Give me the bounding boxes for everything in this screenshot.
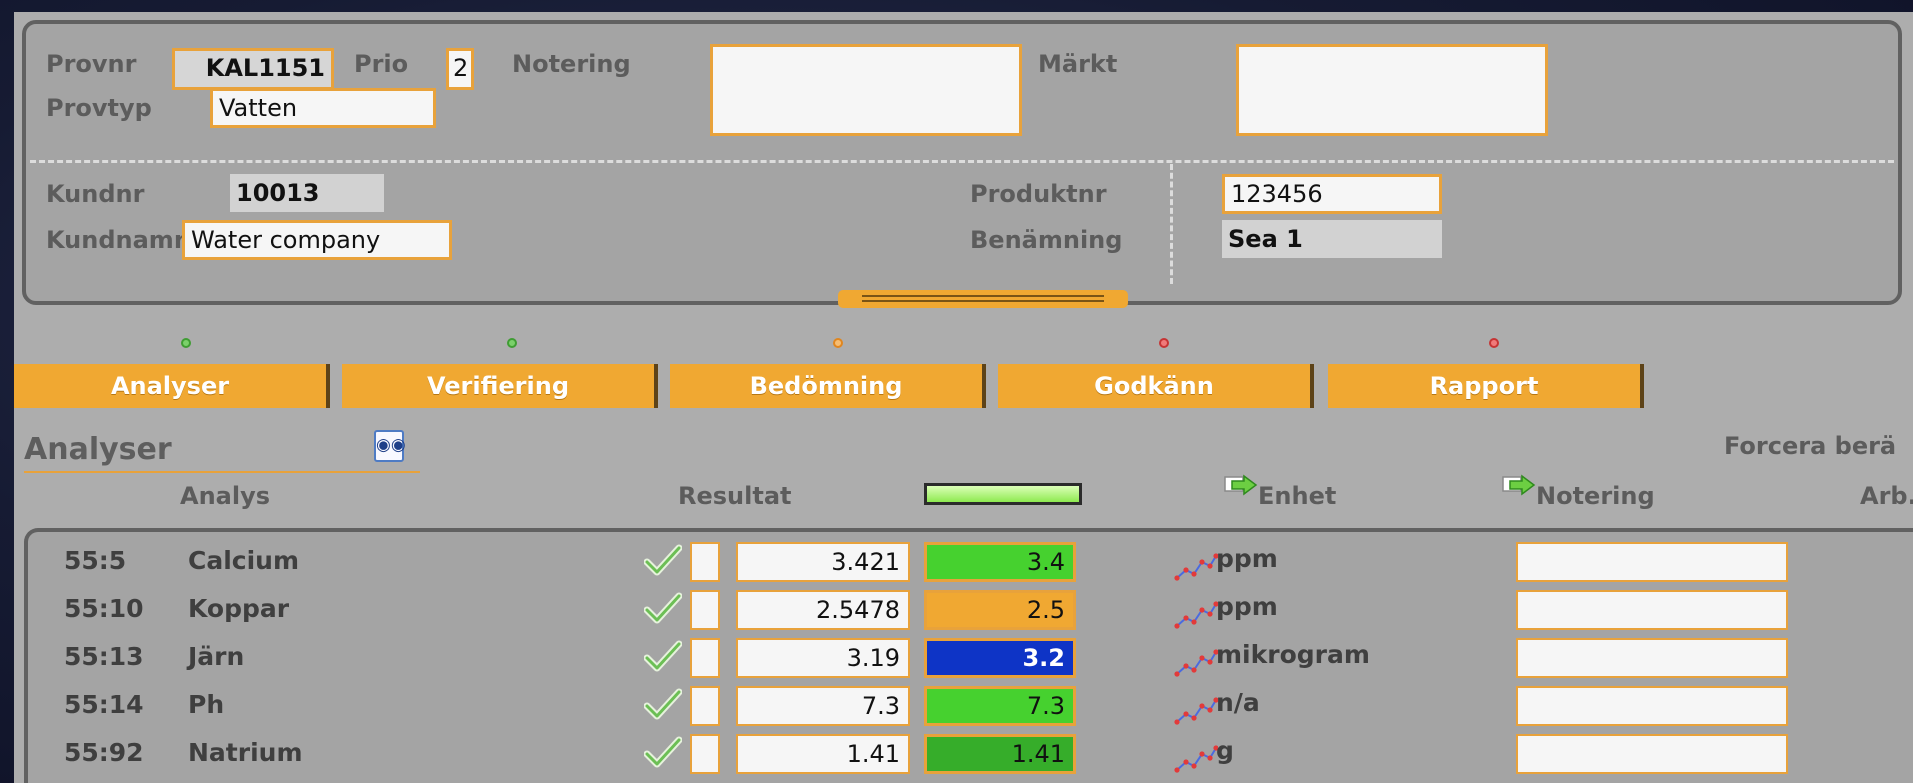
section-underline	[24, 471, 420, 473]
rounded-result: 7.3	[924, 686, 1076, 726]
arrow-right-icon	[1502, 474, 1536, 496]
rounded-result: 3.2	[924, 638, 1076, 678]
analysis-name: Natrium	[188, 738, 303, 767]
column-header-enhet-label: Enhet	[1258, 482, 1337, 510]
note-field[interactable]	[1516, 590, 1788, 630]
analysis-id: 55:5	[64, 546, 127, 575]
analysis-id: 55:10	[64, 594, 144, 623]
unit-label: ppm	[1216, 592, 1278, 621]
tab-godkann[interactable]: Godkänn	[998, 364, 1314, 408]
flag-field[interactable]	[690, 686, 720, 726]
kundnr-field: 10013	[230, 174, 384, 212]
unit-label: g	[1216, 736, 1234, 765]
table-row: 55:92 Natrium 1.41 1.41 g	[28, 732, 1913, 780]
table-row: 55:10 Koppar 2.5478 2.5 ppm	[28, 588, 1913, 636]
benamning-label: Benämning	[970, 226, 1123, 254]
markt-field[interactable]	[1236, 44, 1548, 136]
flag-field[interactable]	[690, 542, 720, 582]
notering-label: Notering	[512, 50, 631, 78]
collapse-handle[interactable]	[838, 290, 1128, 308]
column-header-arb: Arb.	[1860, 482, 1913, 510]
status-dot-godkann	[1159, 338, 1169, 348]
benamning-field: Sea 1	[1222, 220, 1442, 258]
produktnr-field[interactable]: 123456	[1222, 174, 1442, 214]
kundnamn-field[interactable]: Water company	[182, 220, 452, 260]
analysis-name: Järn	[188, 642, 245, 671]
prio-label: Prio	[354, 50, 409, 78]
header-divider-vertical	[1170, 164, 1173, 284]
tab-rapport[interactable]: Rapport	[1328, 364, 1644, 408]
column-header-enhet[interactable]: Enhet	[1224, 474, 1337, 510]
header-divider-horizontal	[30, 160, 1894, 163]
note-field[interactable]	[1516, 542, 1788, 582]
rounded-result: 1.41	[924, 734, 1076, 774]
arrow-right-icon	[1224, 474, 1258, 496]
sample-header-panel: Provnr KAL1151 Prio 2 Notering Märkt Pro…	[22, 20, 1902, 308]
application-window: Provnr KAL1151 Prio 2 Notering Märkt Pro…	[14, 12, 1913, 783]
checkmark-icon[interactable]	[643, 592, 683, 626]
analysis-name: Koppar	[188, 594, 290, 623]
analysis-name: Calcium	[188, 546, 300, 575]
provtyp-field[interactable]: Vatten	[210, 88, 436, 128]
status-dot-bedomning	[833, 338, 843, 348]
status-dot-rapport	[1489, 338, 1499, 348]
raw-result-field[interactable]: 1.41	[736, 734, 910, 774]
table-row: 55:5 Calcium 3.421 3.4 ppm	[28, 540, 1913, 588]
prio-field[interactable]: 2	[446, 48, 474, 90]
note-field[interactable]	[1516, 734, 1788, 774]
analysis-name: Ph	[188, 690, 225, 719]
raw-result-field[interactable]: 7.3	[736, 686, 910, 726]
markt-label: Märkt	[1038, 50, 1118, 78]
raw-result-field[interactable]: 3.421	[736, 542, 910, 582]
result-status-bar	[924, 483, 1082, 505]
tab-verifiering[interactable]: Verifiering	[342, 364, 658, 408]
trend-chart-icon[interactable]	[1174, 694, 1219, 728]
binoculars-icon[interactable]: ◉◉	[374, 430, 406, 462]
checkmark-icon[interactable]	[643, 544, 683, 578]
raw-result-field[interactable]: 3.19	[736, 638, 910, 678]
section-title: Analyser	[24, 432, 172, 467]
flag-field[interactable]	[690, 590, 720, 630]
table-row: 55:13 Järn 3.19 3.2 mikrogram	[28, 636, 1913, 684]
status-dot-verifiering	[507, 338, 517, 348]
notering-field[interactable]	[710, 44, 1022, 136]
note-field[interactable]	[1516, 638, 1788, 678]
status-dot-analyser	[181, 338, 191, 348]
provnr-field[interactable]: KAL1151	[172, 48, 334, 90]
column-header-analys: Analys	[180, 482, 271, 510]
tab-bedomning[interactable]: Bedömning	[670, 364, 986, 408]
results-panel: 55:5 Calcium 3.421 3.4 ppm 55:10 Koppar 2.5478 2…	[24, 528, 1913, 783]
provnr-label: Provnr	[46, 50, 137, 78]
trend-chart-icon[interactable]	[1174, 550, 1219, 584]
unit-label: mikrogram	[1216, 640, 1370, 669]
note-field[interactable]	[1516, 686, 1788, 726]
trend-chart-icon[interactable]	[1174, 598, 1219, 632]
rounded-result: 3.4	[924, 542, 1076, 582]
trend-chart-icon[interactable]	[1174, 742, 1219, 776]
unit-label: ppm	[1216, 544, 1278, 573]
checkmark-icon[interactable]	[643, 640, 683, 674]
checkmark-icon[interactable]	[643, 688, 683, 722]
column-header-resultat: Resultat	[678, 482, 792, 510]
analysis-id: 55:14	[64, 690, 144, 719]
analysis-id: 55:13	[64, 642, 144, 671]
flag-field[interactable]	[690, 638, 720, 678]
column-header-notering[interactable]: Notering	[1502, 474, 1655, 510]
table-row: 55:14 Ph 7.3 7.3 n/a	[28, 684, 1913, 732]
provtyp-label: Provtyp	[46, 94, 152, 122]
unit-label: n/a	[1216, 688, 1260, 717]
column-header-notering-label: Notering	[1536, 482, 1655, 510]
analysis-id: 55:92	[64, 738, 144, 767]
flag-field[interactable]	[690, 734, 720, 774]
raw-result-field[interactable]: 2.5478	[736, 590, 910, 630]
checkmark-icon[interactable]	[643, 736, 683, 770]
kundnr-label: Kundnr	[46, 180, 145, 208]
rounded-result: 2.5	[924, 590, 1076, 630]
tab-analyser[interactable]: Analyser	[14, 364, 330, 408]
kundnamn-label: Kundnamn	[46, 226, 191, 254]
force-calc-label: Forcera berä	[1724, 432, 1897, 460]
trend-chart-icon[interactable]	[1174, 646, 1219, 680]
produktnr-label: Produktnr	[970, 180, 1107, 208]
